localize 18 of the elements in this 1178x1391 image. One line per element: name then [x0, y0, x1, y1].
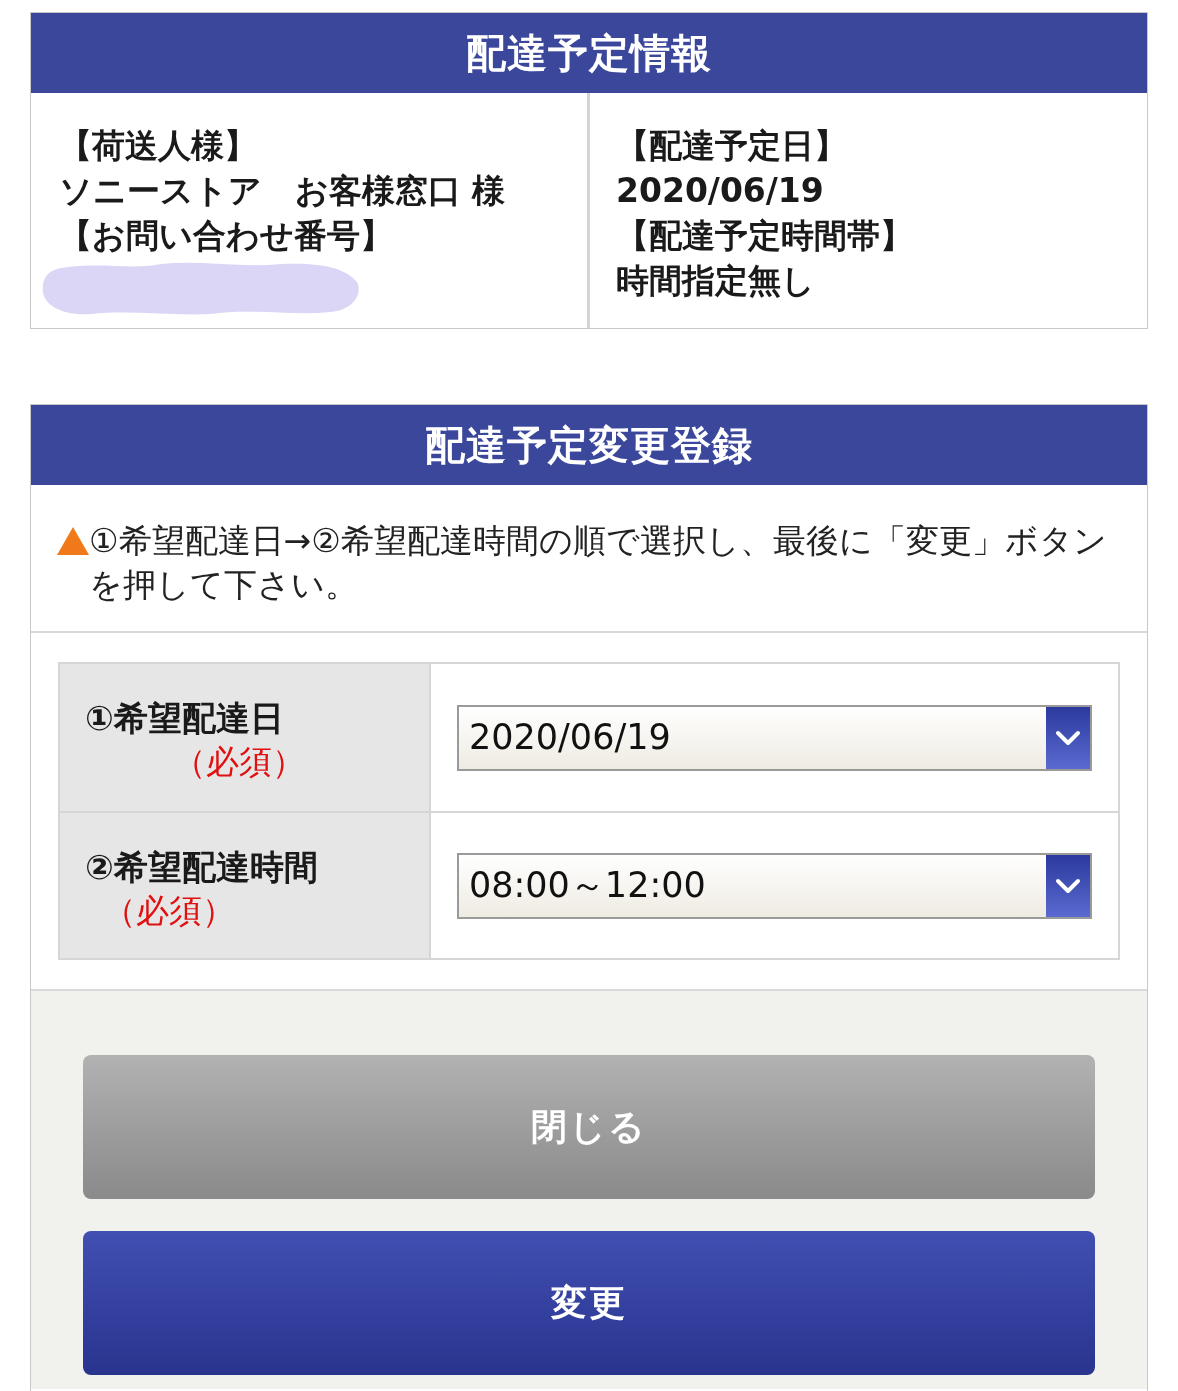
dropdown-field[interactable]: 2020/06/19 [457, 704, 1092, 771]
notice-text: ①希望配達日→②希望配達時間の順で選択し、最後に「変更」ボタンを押して下さい。 [89, 520, 1108, 606]
required-label: （必須） [173, 742, 305, 781]
section-title: 配達予定変更登録 [425, 425, 753, 465]
shipper-label: 【荷送人様】 [59, 125, 257, 167]
shipper-name: ソニーストア お客様窓口 様 [59, 170, 506, 212]
tracking-label: 【お問い合わせ番号】 [59, 215, 393, 257]
time-slot-label: 【配達予定時間帯】 [616, 215, 913, 257]
required-label: （必須） [103, 891, 235, 930]
field-label: ②希望配達時間 [85, 846, 318, 889]
warning-triangle-icon [57, 527, 89, 555]
delivery-date-label: 【配達予定日】 [616, 125, 847, 167]
delivery-date: 2020/06/19 [616, 170, 824, 212]
dropdown-field[interactable]: 08:00～12:00 [457, 852, 1092, 919]
section-title: 配達予定情報 [466, 33, 712, 73]
change-button[interactable]: 変更 [83, 1231, 1095, 1375]
time-slot: 時間指定無し [616, 258, 815, 303]
field-label: ①希望配達日 [85, 697, 284, 740]
